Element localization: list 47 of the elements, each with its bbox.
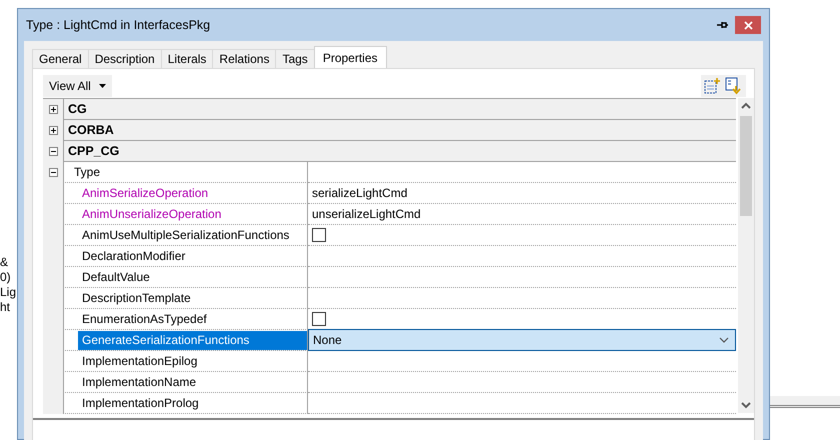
dropdown-field[interactable]: None (308, 329, 736, 351)
property-name[interactable]: AnimUseMultipleSerializationFunctions (78, 225, 294, 245)
close-icon (744, 20, 752, 30)
property-name[interactable]: DefaultValue (78, 267, 154, 287)
property-name[interactable]: EnumerationAsTypedef (78, 309, 211, 329)
checkbox[interactable] (312, 228, 326, 242)
tab[interactable]: General (32, 49, 89, 68)
window-title: Type : LightCmd in InterfacesPkg (26, 16, 210, 34)
expand-icon[interactable] (48, 105, 58, 114)
tab[interactable]: Properties (314, 46, 387, 68)
group-label: Type (73, 164, 102, 181)
property-name[interactable]: DeclarationModifier (78, 246, 190, 266)
add-property-icon[interactable] (704, 76, 722, 94)
text-fragment: & (0, 255, 8, 270)
category-label: CG (63, 99, 736, 120)
text-fragment: ht (0, 300, 10, 315)
collapse-icon[interactable] (48, 147, 58, 156)
property-name[interactable]: ImplementationProlog (78, 393, 203, 413)
pin-icon (716, 20, 728, 30)
expand-icon[interactable] (48, 126, 58, 135)
text-fragment: Lig (0, 285, 16, 300)
scroll-down-icon[interactable] (741, 401, 752, 409)
property-name[interactable]: DescriptionTemplate (78, 288, 195, 308)
checkbox[interactable] (312, 312, 326, 326)
close-button[interactable] (735, 16, 761, 34)
property-value: unserializeLightCmd (308, 204, 736, 225)
splitter-bar (770, 396, 840, 408)
property-name[interactable]: AnimUnserializeOperation (78, 204, 226, 224)
row-header (43, 393, 63, 414)
tab[interactable]: Description (88, 49, 162, 68)
category-label: CORBA (63, 120, 736, 141)
scrollbar[interactable] (738, 98, 754, 413)
text-fragment: 0) (0, 270, 11, 285)
filter-properties-icon[interactable] (725, 76, 743, 94)
property-name[interactable]: AnimSerializeOperation (78, 183, 212, 203)
property-name[interactable]: ImplementationEpilog (78, 351, 202, 371)
property-name[interactable]: GenerateSerializationFunctions (78, 330, 307, 350)
property-name[interactable]: ImplementationName (78, 372, 200, 392)
category-label: CPP_CG (63, 141, 736, 162)
caret-icon (98, 84, 106, 88)
chevron-icon (719, 337, 730, 343)
view-dropdown[interactable]: View All (43, 74, 112, 96)
scrollbar-thumb[interactable] (740, 116, 752, 216)
collapse-icon[interactable] (48, 168, 58, 177)
tab[interactable]: Tags (275, 49, 315, 68)
property-value: serializeLightCmd (308, 183, 736, 204)
scroll-up-icon[interactable] (741, 102, 752, 110)
